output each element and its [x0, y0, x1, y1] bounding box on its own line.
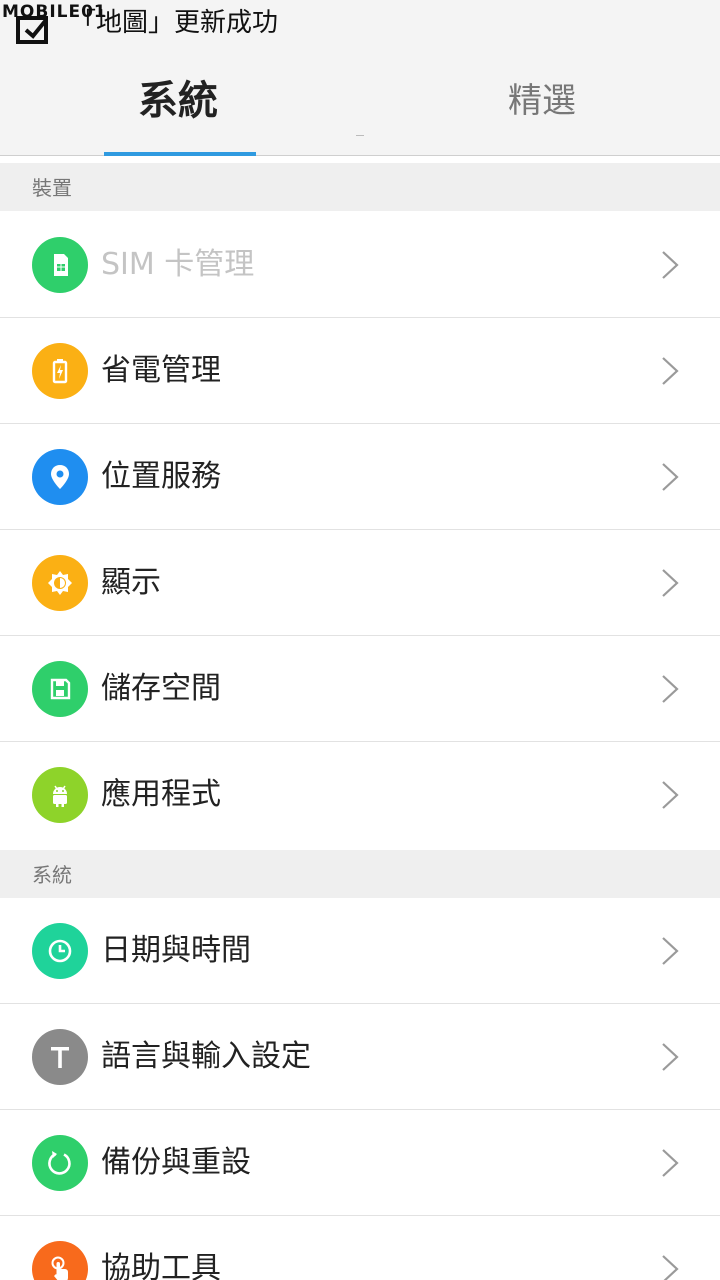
chevron-right-icon [662, 675, 679, 703]
list-item-label: 備份與重設 [101, 1145, 251, 1180]
chevron-right-icon [662, 1043, 679, 1071]
list-item-label: 省電管理 [101, 353, 221, 388]
section-header-system: 系統 [0, 850, 720, 898]
chevron-right-icon [662, 1149, 679, 1177]
android-icon [32, 767, 88, 823]
list-item-storage[interactable]: 儲存空間 [0, 636, 720, 742]
list-item-label: 協助工具 [101, 1251, 221, 1280]
list-item-apps[interactable]: 應用程式 [0, 742, 720, 848]
list-item-label: SIM 卡管理 [101, 247, 255, 282]
list-item-backup-reset[interactable]: 備份與重設 [0, 1110, 720, 1216]
list-item-sim-card[interactable]: SIM 卡管理 [0, 212, 720, 318]
list-item-language-input[interactable]: 語言與輸入設定 [0, 1004, 720, 1110]
refresh-icon [32, 1135, 88, 1191]
chevron-right-icon [662, 357, 679, 385]
list-item-accessibility[interactable]: 協助工具 [0, 1216, 720, 1280]
touch-hand-icon [32, 1241, 88, 1280]
chevron-right-icon [662, 1255, 679, 1280]
chevron-right-icon [662, 251, 679, 279]
list-item-label: 位置服務 [101, 459, 221, 494]
brightness-icon [32, 555, 88, 611]
top-header: MOBILE01 「地圖」更新成功 系統 精選 [0, 0, 720, 156]
chevron-right-icon [662, 463, 679, 491]
list-item-power-saving[interactable]: 省電管理 [0, 318, 720, 424]
sim-card-icon [32, 237, 88, 293]
list-item-label: 應用程式 [101, 777, 221, 812]
notification-bar: MOBILE01 「地圖」更新成功 [0, 0, 720, 46]
tab-bar: 系統 精選 [0, 46, 720, 156]
list-item-label: 日期與時間 [101, 933, 251, 968]
clock-icon [32, 923, 88, 979]
tab-system-label: 系統 [138, 78, 218, 124]
tab-divider [356, 135, 364, 136]
tab-featured-label: 精選 [508, 81, 576, 121]
battery-icon [32, 343, 88, 399]
chevron-right-icon [662, 937, 679, 965]
chevron-right-icon [662, 781, 679, 809]
storage-icon [32, 661, 88, 717]
tab-featured[interactable]: 精選 [360, 46, 720, 156]
tab-active-indicator [104, 152, 256, 156]
list-item-label: 儲存空間 [101, 671, 221, 706]
text-t-icon [32, 1029, 88, 1085]
chevron-right-icon [662, 569, 679, 597]
tab-system[interactable]: 系統 [0, 46, 360, 156]
location-pin-icon [32, 449, 88, 505]
list-item-label: 語言與輸入設定 [101, 1039, 311, 1074]
list-item-label: 顯示 [101, 565, 161, 600]
list-item-date-time[interactable]: 日期與時間 [0, 898, 720, 1004]
section-header-device: 裝置 [0, 163, 720, 211]
list-item-display[interactable]: 顯示 [0, 530, 720, 636]
notification-text: 「地圖」更新成功 [70, 8, 279, 38]
list-item-location[interactable]: 位置服務 [0, 424, 720, 530]
